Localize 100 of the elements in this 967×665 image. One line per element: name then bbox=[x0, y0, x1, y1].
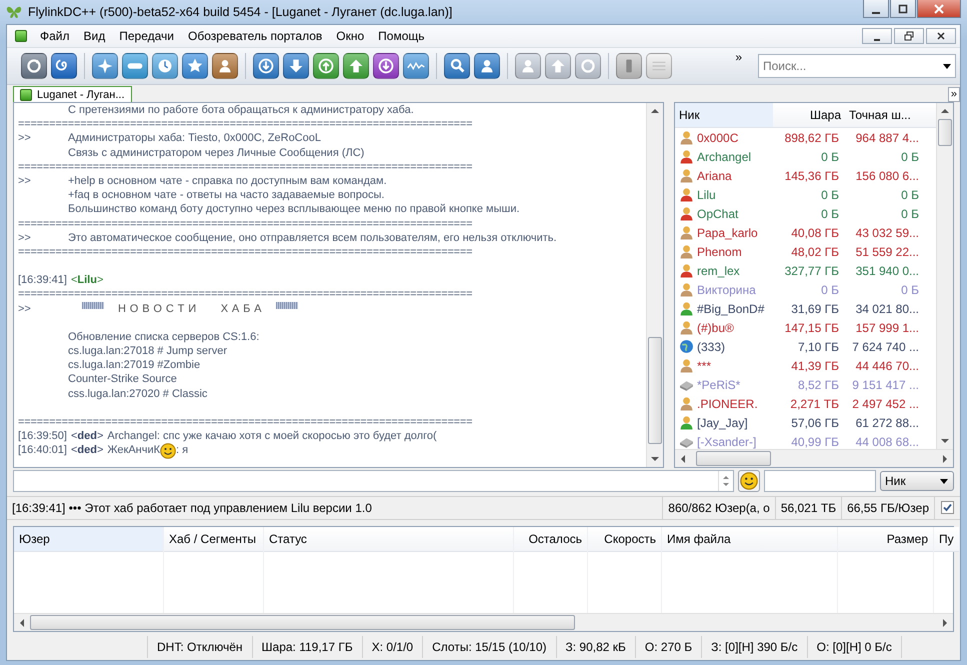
column-dropdown[interactable]: Ник bbox=[880, 471, 954, 491]
user-icon bbox=[679, 168, 694, 183]
user-row[interactable]: Papa_karlo 40,08 ГБ 43 032 59... bbox=[675, 223, 936, 242]
toolbar-overflow-button[interactable]: » bbox=[735, 50, 742, 64]
search-icon[interactable] bbox=[444, 53, 470, 79]
scroll-thumb[interactable] bbox=[696, 451, 772, 466]
column-header[interactable]: Юзер bbox=[14, 527, 163, 552]
user-nick: [-Xsander-] bbox=[697, 434, 756, 448]
user-icon bbox=[679, 358, 694, 373]
switch-icon[interactable] bbox=[616, 53, 642, 79]
scroll-right-arrow-icon[interactable] bbox=[941, 618, 949, 626]
menu-item[interactable]: Вид bbox=[76, 27, 112, 45]
chat-message: css.luga.lan:27020 # Classic bbox=[68, 386, 208, 401]
user-nick: Lilu bbox=[697, 188, 716, 202]
menu-item[interactable]: Помощь bbox=[371, 27, 432, 45]
message-field[interactable] bbox=[13, 470, 734, 492]
share-cell-text: 41,39 ГБ bbox=[790, 358, 840, 372]
share-cell-text: 0 Б bbox=[820, 188, 840, 202]
emoticon-button[interactable] bbox=[738, 470, 760, 492]
user-row[interactable]: [Jay_Jay] 57,06 ГБ 61 272 88... bbox=[675, 413, 936, 432]
user-row[interactable]: *** 41,39 ГБ 44 446 70... bbox=[675, 356, 936, 375]
user-row[interactable]: Ariana 145,36 ГБ 156 080 6... bbox=[675, 166, 936, 185]
search-combo[interactable]: Поиск... bbox=[758, 54, 956, 78]
share-cell-text: 0 Б bbox=[820, 282, 840, 296]
chat-message: +help в основном чате - справка по доступным вам командам. bbox=[68, 174, 387, 188]
user-icon bbox=[679, 206, 694, 221]
user-row[interactable]: .PIONEER. 2,271 ТБ 2 497 452 ... bbox=[675, 394, 936, 413]
user-icon bbox=[679, 225, 694, 240]
vertical-scrollbar[interactable] bbox=[646, 103, 663, 467]
user-row[interactable]: OpChat 0 Б 0 Б bbox=[675, 204, 936, 223]
exact-share-cell-text: 51 559 22... bbox=[854, 244, 920, 258]
person-search-icon[interactable] bbox=[474, 53, 500, 79]
exact-share-cell-text: 0 Б bbox=[900, 188, 920, 202]
chat-message: cs.luga.lan:27019 #Zombie bbox=[68, 358, 200, 372]
scroll-thumb[interactable] bbox=[938, 119, 952, 146]
swirl-icon[interactable] bbox=[51, 53, 77, 79]
user-row[interactable]: 0x000C 898,62 ГБ 964 887 4... bbox=[675, 128, 936, 147]
column-header[interactable]: Пу bbox=[934, 527, 959, 552]
clock-icon[interactable] bbox=[152, 53, 178, 79]
share-cell-text: 145,36 ГБ bbox=[784, 168, 840, 182]
prompt-marker: >> bbox=[18, 132, 31, 144]
scroll-up-arrow-icon[interactable] bbox=[651, 107, 659, 115]
exact-share-cell-text: 351 940 0... bbox=[854, 264, 920, 278]
user-row[interactable]: (#)bu® 147,15 ГБ 157 999 1... bbox=[675, 318, 936, 337]
menu-item[interactable]: Передачи bbox=[112, 27, 181, 45]
close-button[interactable] bbox=[926, 28, 956, 44]
user-nick: OpChat bbox=[697, 206, 738, 220]
user-icon bbox=[679, 187, 694, 202]
horizontal-scrollbar[interactable] bbox=[14, 613, 953, 631]
spin-arrows-icon[interactable] bbox=[722, 474, 730, 488]
chat-nick[interactable]: <Lilu> bbox=[70, 273, 104, 288]
checkbox[interactable] bbox=[941, 501, 954, 514]
minimize-button[interactable] bbox=[862, 28, 892, 44]
scroll-down-arrow-icon[interactable] bbox=[651, 455, 659, 463]
user-row[interactable]: rem_lex 327,77 ГБ 351 940 0... bbox=[675, 261, 936, 280]
hub-tab[interactable]: Luganet - Луган... bbox=[13, 86, 132, 102]
tabs-overflow-button[interactable]: » bbox=[948, 87, 960, 102]
pill-icon[interactable] bbox=[122, 53, 148, 79]
share-cell-text: 327,77 ГБ bbox=[784, 264, 840, 278]
share-cell-text: 147,15 ГБ bbox=[784, 320, 840, 334]
scroll-down-arrow-icon[interactable] bbox=[941, 437, 949, 445]
menu-item[interactable]: Файл bbox=[33, 27, 77, 45]
minimize-icon bbox=[874, 38, 880, 40]
nick-search-field[interactable] bbox=[764, 470, 876, 492]
scroll-right-arrow-icon[interactable] bbox=[941, 454, 949, 462]
vertical-scrollbar[interactable] bbox=[936, 103, 953, 449]
exact-share-cell-text: 0 Б bbox=[900, 282, 920, 296]
maximize-button[interactable] bbox=[890, 0, 916, 18]
user-row[interactable]: (333) 7,10 ГБ 7 624 740 ... bbox=[675, 337, 936, 356]
share-cell-text: 7,10 ГБ bbox=[796, 340, 840, 354]
horizontal-scrollbar[interactable] bbox=[675, 449, 953, 467]
scroll-up-arrow-icon[interactable] bbox=[941, 107, 949, 115]
user-icon bbox=[679, 263, 694, 278]
user-row[interactable]: Archangel 0 Б 0 Б bbox=[675, 147, 936, 166]
user-row[interactable]: Phenom 48,02 ГБ 51 559 22... bbox=[675, 242, 936, 261]
restore-button[interactable] bbox=[894, 28, 924, 44]
notepad-icon[interactable] bbox=[646, 53, 672, 79]
column-header[interactable]: Шара bbox=[773, 108, 845, 122]
chat-nick[interactable]: <ded> bbox=[70, 429, 104, 444]
minimize-button[interactable] bbox=[863, 0, 889, 18]
wave-chart-icon[interactable] bbox=[403, 53, 429, 79]
butterfly-logo-icon bbox=[6, 5, 22, 19]
menu-item[interactable]: Обозреватель порталов bbox=[180, 27, 330, 45]
user-nick: *PeRiS* bbox=[697, 378, 740, 392]
window-title: FlylinkDC++ (r500)-beta52-x64 build 5454 - [Luganet - Луганет (dc.luga.lan)] bbox=[28, 5, 452, 19]
chat-nick[interactable]: <ded> bbox=[70, 443, 104, 460]
user-row[interactable]: Lilu 0 Б 0 Б bbox=[675, 185, 936, 204]
separator-line-text: ========================================================================= bbox=[18, 414, 472, 430]
scroll-left-arrow-icon[interactable] bbox=[18, 618, 26, 626]
user-row[interactable]: #Big_BonD# 31,69 ГБ 34 021 80... bbox=[675, 299, 936, 318]
status-field: Шара: 119,17 ГБ bbox=[252, 636, 362, 658]
chat-message: Обновление списка серверов CS:1.6: bbox=[68, 330, 260, 344]
scroll-thumb[interactable] bbox=[30, 615, 575, 630]
scroll-thumb[interactable] bbox=[648, 336, 662, 444]
scroll-left-arrow-icon[interactable] bbox=[679, 454, 687, 462]
column-header[interactable]: Точная ш... bbox=[845, 108, 925, 122]
menu-item[interactable]: Окно bbox=[329, 27, 372, 45]
column-header[interactable]: Ник bbox=[675, 103, 773, 127]
user-nick: (333) bbox=[697, 340, 726, 354]
sparkle-icon[interactable] bbox=[92, 53, 118, 79]
